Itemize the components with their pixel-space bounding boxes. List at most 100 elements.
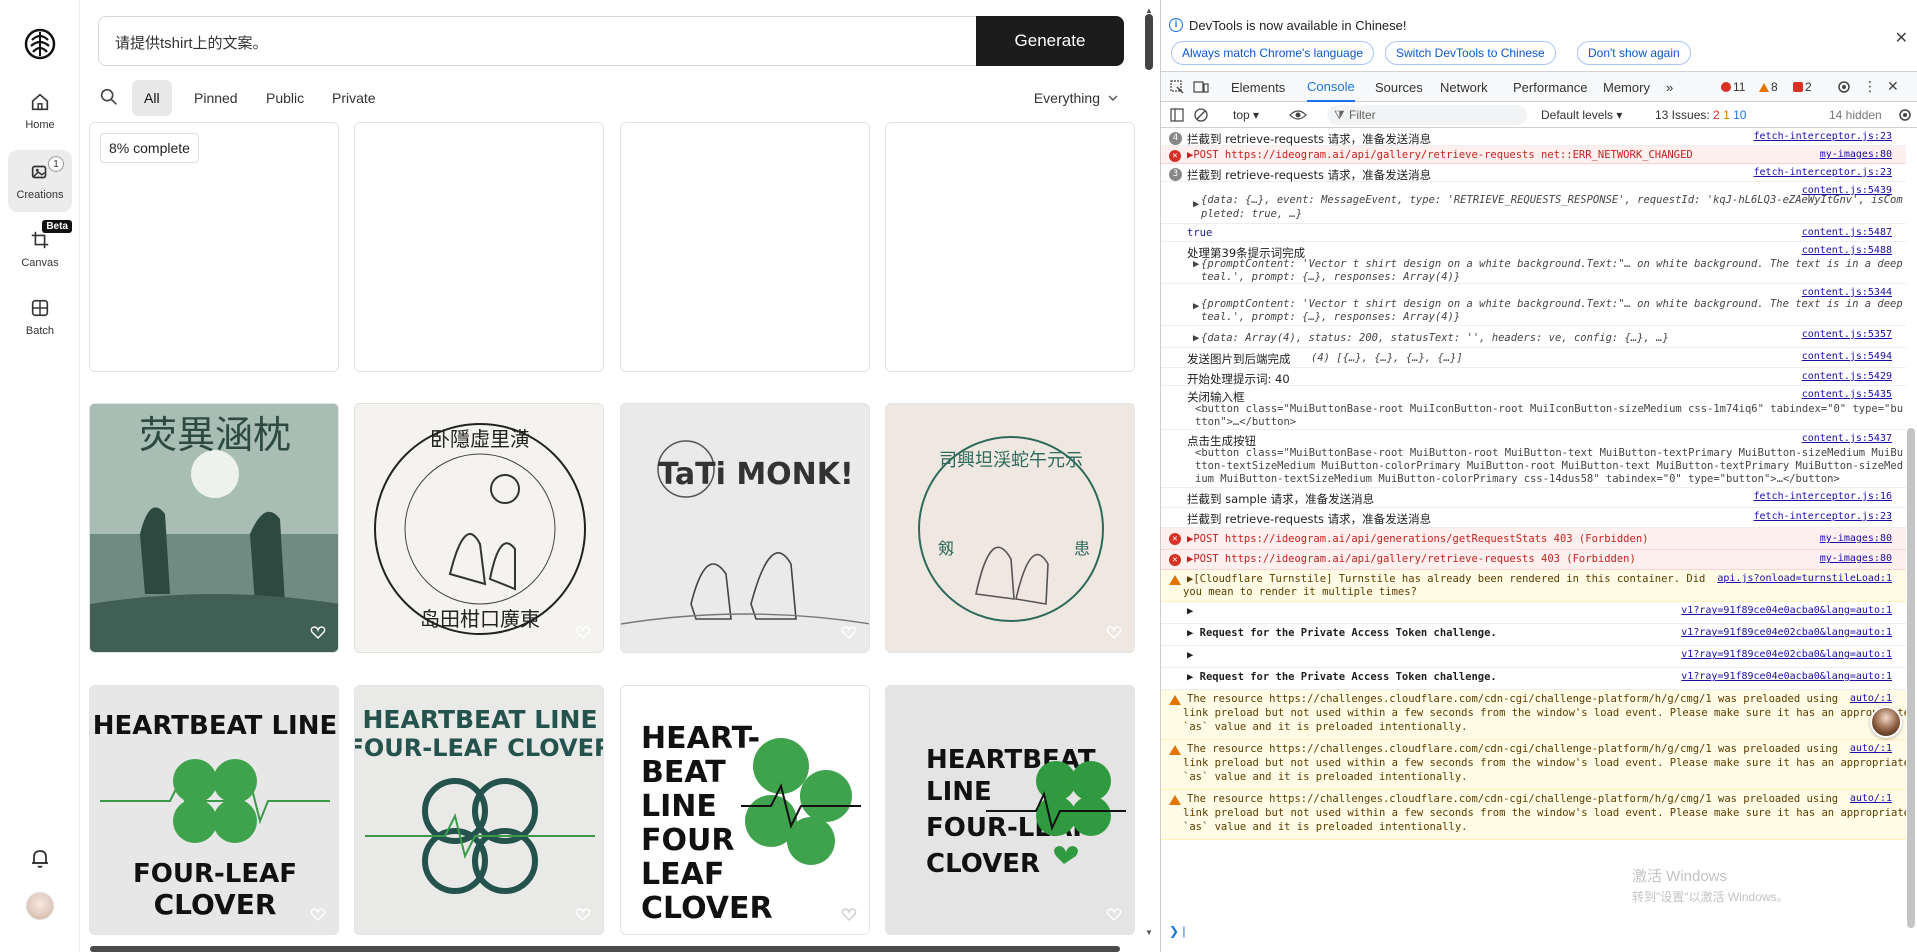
console-row[interactable]: ▶ Request for the Private Access Token c… — [1161, 668, 1906, 690]
heart-icon[interactable] — [575, 906, 591, 922]
sidebar-toggle-icon[interactable] — [1169, 107, 1185, 123]
filter-tab-pinned[interactable]: Pinned — [182, 80, 250, 116]
source-link[interactable]: auto/:1 — [1850, 693, 1892, 704]
more-tabs-icon[interactable]: » — [1666, 72, 1673, 102]
bell-icon[interactable] — [28, 846, 52, 870]
console-row[interactable]: 开始处理提示词: 40 content.js:5429 — [1161, 368, 1906, 386]
filter-tab-public[interactable]: Public — [254, 80, 316, 116]
tab-network[interactable]: Network — [1440, 72, 1488, 102]
tab-memory[interactable]: Memory — [1603, 72, 1650, 102]
page-scrollbar-thumb[interactable] — [1145, 14, 1153, 70]
clear-console-icon[interactable] — [1193, 107, 1209, 123]
close-icon[interactable]: ✕ — [1895, 28, 1908, 48]
console-row-warning[interactable]: The resource https://challenges.cloudfla… — [1161, 790, 1906, 840]
image-card[interactable]: 荧異涵枕 — [89, 403, 339, 653]
match-chrome-language-button[interactable]: Always match Chrome's language — [1171, 41, 1375, 65]
source-link[interactable]: v1?ray=91f89ce04e02cba0&lang=auto:1 — [1681, 627, 1892, 638]
image-card[interactable]: HEARTBEAT LINE FOUR-LEAF CLOVER — [885, 685, 1135, 935]
nav-batch[interactable]: Batch — [8, 286, 72, 348]
source-link[interactable]: v1?ray=91f89ce04e02cba0&lang=auto:1 — [1681, 649, 1892, 660]
console-row[interactable]: ▶ Request for the Private Access Token c… — [1161, 624, 1906, 646]
nav-canvas[interactable]: Canvas Beta — [8, 218, 72, 280]
console-row-warning[interactable]: The resource https://challenges.cloudfla… — [1161, 740, 1906, 790]
more-options-icon[interactable]: ⋮ — [1863, 78, 1877, 95]
heart-icon[interactable] — [841, 906, 857, 922]
user-avatar[interactable] — [26, 892, 54, 920]
source-link[interactable]: content.js:5487 — [1802, 227, 1892, 238]
console-row[interactable]: content.js:5344 ▶ {promptContent: 'Vecto… — [1161, 284, 1906, 326]
eye-icon[interactable] — [1289, 107, 1307, 123]
source-link[interactable]: my-images:80 — [1820, 149, 1892, 160]
tab-elements[interactable]: Elements — [1231, 72, 1285, 102]
console-row[interactable]: ▶ v1?ray=91f89ce04e0acba0&lang=auto:1 — [1161, 602, 1906, 624]
log-levels-dropdown[interactable]: Default levels ▾ — [1541, 108, 1622, 122]
source-link[interactable]: fetch-interceptor.js:16 — [1754, 491, 1892, 502]
issues-count[interactable]: 2 — [1793, 80, 1812, 94]
image-card[interactable]: 卧隱虛里潢 岛田柑口廣東 — [354, 403, 604, 653]
expand-toggle[interactable]: ▶ — [1193, 332, 1199, 344]
source-link[interactable]: content.js:5494 — [1802, 351, 1892, 362]
source-link[interactable]: fetch-interceptor.js:23 — [1754, 511, 1892, 522]
console-row[interactable]: 发送图片到后端完成 (4) [{…}, {…}, {…}, {…}] conte… — [1161, 348, 1906, 368]
source-link[interactable]: content.js:5357 — [1802, 329, 1892, 340]
tab-console[interactable]: Console — [1307, 72, 1355, 102]
source-link[interactable]: my-images:80 — [1820, 533, 1892, 544]
console-scrollbar-thumb[interactable] — [1907, 428, 1915, 928]
source-link[interactable]: fetch-interceptor.js:23 — [1754, 167, 1892, 178]
tab-performance[interactable]: Performance — [1513, 72, 1587, 102]
console-row-error[interactable]: ✕ ▶POST https://ideogram.ai/api/gallery/… — [1161, 550, 1906, 570]
filter-tab-all[interactable]: All — [132, 80, 172, 116]
issues-summary[interactable]: 13 Issues: 2 1 10 — [1655, 108, 1746, 122]
console-row[interactable]: 4 拦截到 retrieve-requests 请求，准备发送消息 fetch-… — [1161, 128, 1906, 146]
console-row[interactable]: 拦截到 sample 请求，准备发送消息 fetch-interceptor.j… — [1161, 488, 1906, 508]
console-row[interactable]: 3 拦截到 retrieve-requests 请求，准备发送消息 fetch-… — [1161, 164, 1906, 182]
prompt-input[interactable]: 请提供tshirt上的文案。 — [115, 32, 268, 53]
heart-icon[interactable] — [841, 624, 857, 640]
source-link[interactable]: content.js:5435 — [1802, 389, 1892, 400]
console-row[interactable]: true content.js:5487 — [1161, 224, 1906, 242]
element-preview[interactable]: tton-textSizeMedium MuiButton-colorPrima… — [1195, 460, 1903, 472]
console-row[interactable]: 点击生成按钮 content.js:5437 <button class="Mu… — [1161, 430, 1906, 488]
horizontal-scrollbar[interactable] — [90, 946, 1120, 952]
image-card[interactable]: HEART- BEAT LINE FOUR LEAF CLOVER — [620, 685, 870, 935]
heart-icon[interactable] — [1106, 906, 1122, 922]
device-toolbar-icon[interactable] — [1193, 79, 1209, 95]
generate-button[interactable]: Generate — [976, 16, 1124, 66]
console-row-error[interactable]: ✕ ▶POST https://ideogram.ai/api/generati… — [1161, 528, 1906, 550]
element-preview[interactable]: <button class="MuiButtonBase-root MuiBut… — [1195, 447, 1903, 459]
console-row[interactable]: 拦截到 retrieve-requests 请求，准备发送消息 fetch-in… — [1161, 508, 1906, 528]
inspect-element-icon[interactable] — [1169, 79, 1185, 95]
console-row-error[interactable]: ✕ ▶POST https://ideogram.ai/api/gallery/… — [1161, 146, 1906, 164]
image-card[interactable]: TaTi MONK! — [620, 403, 870, 653]
image-card[interactable]: HEARTBEAT LINE FOUR-LEAF CLOVER — [354, 685, 604, 935]
console-row-warning[interactable]: ▶[Cloudflare Turnstile] Turnstile has al… — [1161, 570, 1906, 602]
image-card[interactable]: 司興坦渓蛇午元示 剱 患 — [885, 403, 1135, 653]
source-link[interactable]: content.js:5488 — [1802, 245, 1892, 256]
scroll-down-arrow[interactable]: ▼ — [1143, 928, 1155, 938]
element-preview[interactable]: tton">…</button> — [1195, 416, 1296, 428]
heart-icon[interactable] — [1106, 624, 1122, 640]
filter-tab-private[interactable]: Private — [320, 80, 388, 116]
nav-home[interactable]: Home — [8, 80, 72, 142]
error-count[interactable]: 11 — [1721, 80, 1745, 94]
tab-sources[interactable]: Sources — [1375, 72, 1423, 102]
expand-toggle[interactable]: ▶ — [1193, 258, 1199, 270]
console-filter-input[interactable]: ⧩ Filter — [1327, 105, 1527, 125]
expand-toggle[interactable]: ▶ — [1193, 198, 1199, 210]
source-link[interactable]: fetch-interceptor.js:23 — [1754, 131, 1892, 142]
console-row-warning[interactable]: The resource https://challenges.cloudfla… — [1161, 690, 1906, 740]
console-input-prompt[interactable]: ❯ | — [1169, 924, 1186, 938]
warning-count[interactable]: 8 — [1759, 80, 1778, 94]
scope-dropdown[interactable]: Everything — [1034, 80, 1124, 116]
expand-toggle[interactable]: ▶ — [1193, 300, 1199, 312]
console-settings-icon[interactable] — [1897, 107, 1913, 123]
console-row[interactable]: 关闭输入框 content.js:5435 <button class="Mui… — [1161, 386, 1906, 430]
source-link[interactable]: my-images:80 — [1820, 553, 1892, 564]
search-icon[interactable] — [98, 86, 120, 108]
heart-icon[interactable] — [575, 624, 591, 640]
switch-to-chinese-button[interactable]: Switch DevTools to Chinese — [1385, 41, 1556, 65]
source-link[interactable]: content.js:5429 — [1802, 371, 1892, 382]
source-link[interactable]: auto/:1 — [1850, 793, 1892, 804]
settings-gear-icon[interactable] — [1836, 79, 1852, 95]
source-link[interactable]: content.js:5344 — [1802, 287, 1892, 298]
